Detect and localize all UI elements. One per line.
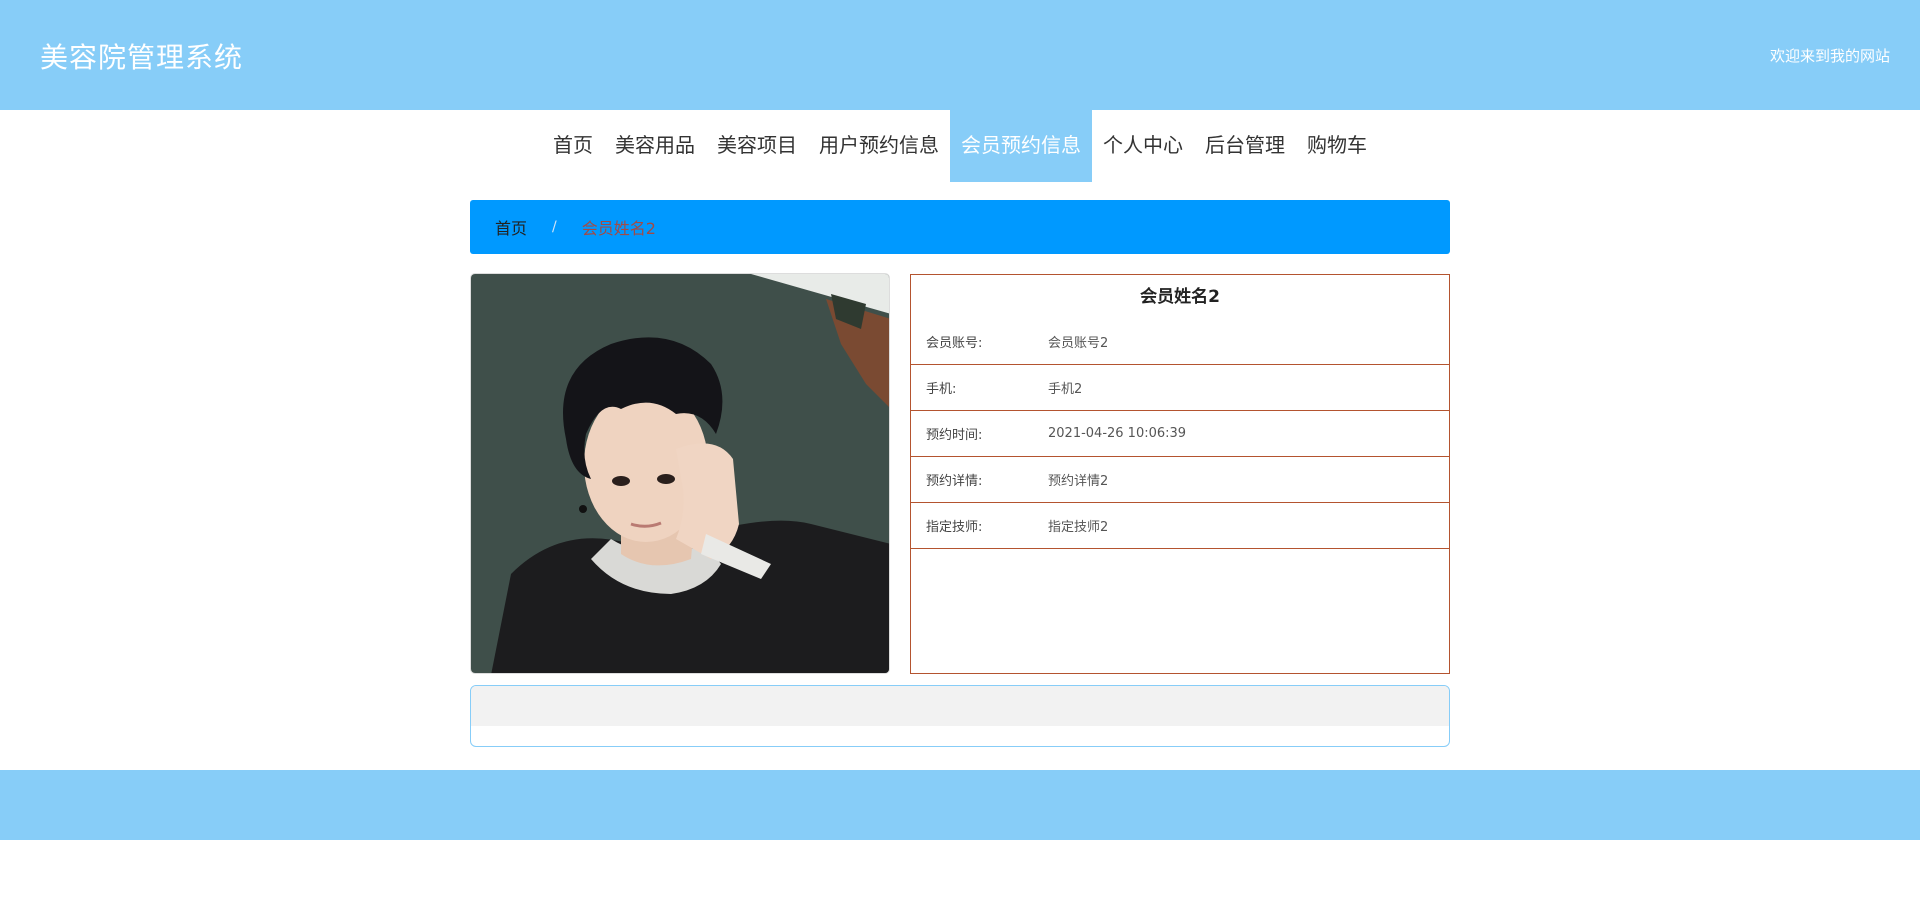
detail-content-header	[471, 686, 1449, 726]
main-nav: 首页 美容用品 美容项目 用户预约信息 会员预约信息 个人中心 后台管理 购物车	[0, 110, 1920, 182]
detail-row-technician: 指定技师: 指定技师2	[911, 503, 1449, 549]
nav-item-personal-center[interactable]: 个人中心	[1092, 110, 1194, 182]
detail-value: 指定技师2	[1048, 520, 1109, 535]
detail-row-appointment-detail: 预约详情: 预约详情2	[911, 457, 1449, 503]
breadcrumb-current: 会员姓名2	[581, 219, 656, 238]
portrait-image	[471, 274, 889, 673]
nav-item-user-appointments[interactable]: 用户预约信息	[808, 110, 950, 182]
detail-row-appointment-time: 预约时间: 2021-04-26 10:06:39	[911, 411, 1449, 457]
breadcrumb: 首页 / 会员姓名2	[470, 200, 1450, 254]
member-detail-panel: 会员姓名2 会员账号: 会员账号2 手机: 手机2 预约时间: 2021-04-…	[910, 274, 1450, 674]
detail-value: 预约详情2	[1048, 474, 1109, 489]
breadcrumb-separator: /	[552, 219, 557, 235]
detail-value: 会员账号2	[1048, 336, 1109, 351]
detail-label: 会员账号:	[926, 336, 983, 351]
detail-value: 手机2	[1048, 382, 1083, 397]
detail-label: 指定技师:	[926, 520, 983, 535]
welcome-text: 欢迎来到我的网站	[1769, 47, 1890, 65]
footer	[0, 770, 1920, 840]
nav-item-admin[interactable]: 后台管理	[1194, 110, 1296, 182]
detail-label: 预约详情:	[926, 474, 983, 489]
breadcrumb-home-link[interactable]: 首页	[495, 215, 527, 239]
nav-item-cart[interactable]: 购物车	[1296, 110, 1378, 182]
site-title: 美容院管理系统	[40, 41, 244, 74]
nav-item-beauty-projects[interactable]: 美容项目	[706, 110, 808, 182]
detail-row-phone: 手机: 手机2	[911, 365, 1449, 411]
detail-value: 2021-04-26 10:06:39	[1048, 426, 1187, 441]
detail-row-account: 会员账号: 会员账号2	[911, 319, 1449, 365]
nav-item-beauty-products[interactable]: 美容用品	[604, 110, 706, 182]
nav-item-home[interactable]: 首页	[542, 110, 604, 182]
nav-item-member-appointments[interactable]: 会员预约信息	[950, 110, 1092, 182]
detail-label: 手机:	[926, 382, 957, 397]
top-header: 美容院管理系统 欢迎来到我的网站	[0, 0, 1920, 110]
member-name-title: 会员姓名2	[1140, 287, 1220, 307]
detail-label: 预约时间:	[926, 428, 983, 443]
member-photo	[470, 273, 890, 674]
detail-content-box	[470, 685, 1450, 747]
